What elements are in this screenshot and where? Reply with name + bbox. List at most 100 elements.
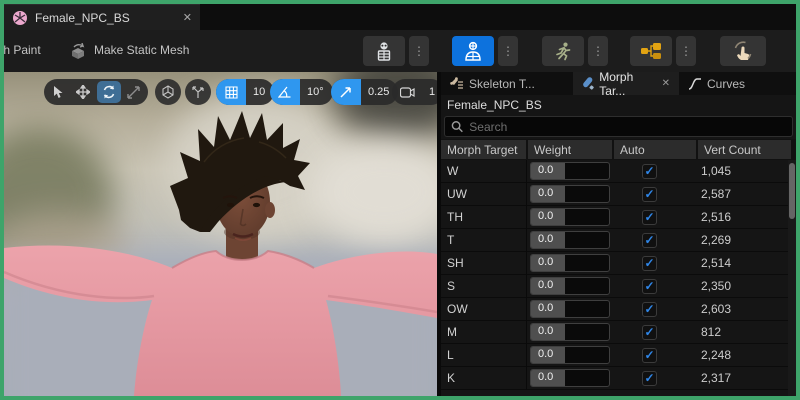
auto-checkbox[interactable]: ✓ xyxy=(642,163,657,179)
table-row[interactable]: M 0.0 ✓ 812 xyxy=(441,320,788,344)
select-tool-button[interactable] xyxy=(46,81,70,103)
weight-spinbox[interactable]: 0.0 xyxy=(530,185,610,203)
scale-snap-icon xyxy=(331,79,361,105)
morph-target-name: SH xyxy=(441,251,527,275)
skeleton-icon xyxy=(377,42,391,61)
scrollbar-thumb[interactable] xyxy=(789,163,795,219)
column-header-weight[interactable]: Weight xyxy=(528,140,612,159)
vert-count: 2,248 xyxy=(701,348,732,362)
cursor-icon xyxy=(53,85,63,98)
coordinate-space-button[interactable] xyxy=(155,79,181,105)
table-row[interactable]: UW 0.0 ✓ 2,587 xyxy=(441,182,788,206)
scale-snap-toggle[interactable]: 0.25 xyxy=(331,79,399,105)
translate-tool-button[interactable] xyxy=(71,81,95,103)
physics-mode-button[interactable] xyxy=(720,36,766,66)
auto-checkbox[interactable]: ✓ xyxy=(642,324,657,340)
mesh-mode-button[interactable] xyxy=(452,36,494,66)
cloth-paint-button[interactable]: th Paint xyxy=(4,43,41,57)
rotation-snap-value[interactable]: 10° xyxy=(300,86,333,98)
weight-spinbox[interactable]: 0.0 xyxy=(530,231,610,249)
move-icon xyxy=(76,85,91,99)
tab-skeleton-tree[interactable]: Skeleton T... xyxy=(441,72,573,95)
table-row[interactable]: TH 0.0 ✓ 2,516 xyxy=(441,205,788,229)
tab-label: Skeleton T... xyxy=(469,76,535,91)
grid-snap-toggle[interactable]: 10 xyxy=(216,79,275,105)
morph-target-panel: Skeleton T... Morph Tar... ✕ Curves Fema… xyxy=(441,69,796,396)
weight-spinbox[interactable]: 0.0 xyxy=(530,323,610,341)
table-header: Morph Target Weight Auto Vert Count xyxy=(441,139,796,160)
document-tab-title: Female_NPC_BS xyxy=(35,10,130,25)
grid-snap-icon xyxy=(216,79,246,105)
curves-icon xyxy=(688,77,701,90)
morph-target-name: L xyxy=(441,343,527,367)
socket-snap-icon xyxy=(192,86,204,98)
column-header-vert-count[interactable]: Vert Count xyxy=(698,140,791,159)
table-row[interactable]: OW 0.0 ✓ 2,603 xyxy=(441,297,788,321)
weight-spinbox[interactable]: 0.0 xyxy=(530,300,610,318)
rotate-icon xyxy=(103,85,114,99)
auto-checkbox[interactable]: ✓ xyxy=(642,209,657,225)
tab-close-icon[interactable]: ✕ xyxy=(183,11,192,24)
table-row[interactable]: SH 0.0 ✓ 2,514 xyxy=(441,251,788,275)
camera-speed-value[interactable]: 1 xyxy=(422,86,437,98)
table-row[interactable]: S 0.0 ✓ 2,350 xyxy=(441,274,788,298)
skeletal-mesh-asset-icon xyxy=(13,10,27,25)
snap-to-socket-button[interactable] xyxy=(185,79,211,105)
tab-label: Morph Tar... xyxy=(599,69,634,98)
morph-target-name: S xyxy=(441,274,527,298)
world-gizmo-icon xyxy=(162,85,174,99)
morph-target-name: W xyxy=(441,160,527,183)
blueprint-nodes-icon xyxy=(641,43,661,59)
animation-blueprint-mode-button[interactable] xyxy=(630,36,672,66)
mesh-mode-options-button[interactable]: ⋮ xyxy=(498,36,518,66)
weight-spinbox[interactable]: 0.0 xyxy=(530,277,610,295)
table-row[interactable]: T 0.0 ✓ 2,269 xyxy=(441,228,788,252)
table-scrollbar[interactable] xyxy=(788,160,796,396)
scale-tool-button[interactable] xyxy=(122,81,146,103)
character-sweater xyxy=(4,245,437,396)
character-model xyxy=(4,111,437,396)
search-input[interactable] xyxy=(469,119,786,134)
morph-target-name: T xyxy=(441,228,527,252)
scale-icon xyxy=(127,85,141,99)
auto-checkbox[interactable]: ✓ xyxy=(642,370,657,386)
animation-blueprint-options-button[interactable]: ⋮ xyxy=(676,36,696,66)
document-tab[interactable]: Female_NPC_BS ✕ xyxy=(4,4,200,30)
auto-checkbox[interactable]: ✓ xyxy=(642,186,657,202)
tab-curves[interactable]: Curves xyxy=(679,72,764,95)
running-person-icon xyxy=(556,42,571,61)
rotation-snap-toggle[interactable]: 10° xyxy=(270,79,333,105)
weight-spinbox[interactable]: 0.0 xyxy=(530,346,610,364)
make-static-mesh-button[interactable]: Make Static Mesh xyxy=(94,43,189,57)
camera-icon xyxy=(392,79,422,105)
tab-close-icon[interactable]: ✕ xyxy=(662,78,670,89)
viewport-3d[interactable]: 10 10° 0.25 1 xyxy=(4,72,437,396)
tab-morph-target[interactable]: Morph Tar... ✕ xyxy=(573,69,679,98)
camera-speed-control[interactable]: 1 xyxy=(392,79,437,105)
column-header-auto[interactable]: Auto xyxy=(614,140,696,159)
auto-checkbox[interactable]: ✓ xyxy=(642,255,657,271)
weight-spinbox[interactable]: 0.0 xyxy=(530,254,610,272)
auto-checkbox[interactable]: ✓ xyxy=(642,278,657,294)
morph-target-icon xyxy=(583,76,594,90)
table-row[interactable]: W 0.0 ✓ 1,045 xyxy=(441,160,788,183)
search-box[interactable] xyxy=(444,116,793,137)
skeleton-mode-button[interactable] xyxy=(363,36,405,66)
animation-mode-button[interactable] xyxy=(542,36,584,66)
mesh-person-icon xyxy=(465,41,481,61)
physics-hand-icon xyxy=(734,41,752,60)
column-header-morph-target[interactable]: Morph Target xyxy=(441,140,526,159)
document-tabbar: Female_NPC_BS ✕ xyxy=(4,4,796,30)
table-row[interactable]: L 0.0 ✓ 2,248 xyxy=(441,343,788,367)
table-row[interactable]: K 0.0 ✓ 2,317 xyxy=(441,366,788,390)
weight-spinbox[interactable]: 0.0 xyxy=(530,369,610,387)
skeleton-mode-options-button[interactable]: ⋮ xyxy=(409,36,429,66)
weight-spinbox[interactable]: 0.0 xyxy=(530,208,610,226)
auto-checkbox[interactable]: ✓ xyxy=(642,301,657,317)
vert-count: 2,317 xyxy=(701,371,732,385)
animation-mode-options-button[interactable]: ⋮ xyxy=(588,36,608,66)
auto-checkbox[interactable]: ✓ xyxy=(642,232,657,248)
auto-checkbox[interactable]: ✓ xyxy=(642,347,657,363)
weight-spinbox[interactable]: 0.0 xyxy=(530,162,610,180)
rotate-tool-button[interactable] xyxy=(96,81,121,103)
